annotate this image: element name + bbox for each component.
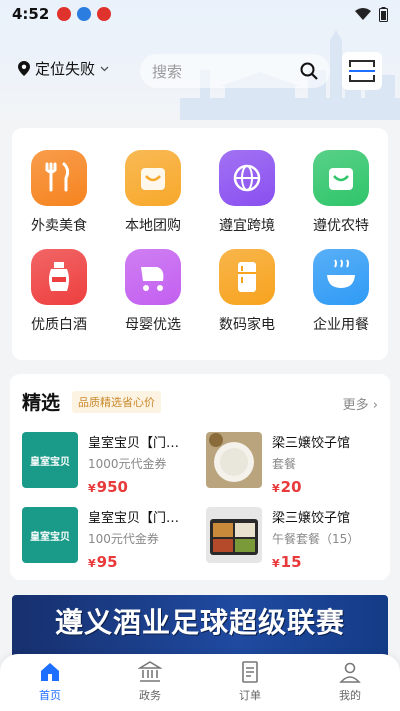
more-label: 更多 <box>342 398 369 413</box>
category-item[interactable]: 母婴优选 <box>106 249 200 334</box>
currency-symbol: ¥ <box>88 482 96 495</box>
product-image <box>206 432 262 488</box>
home-icon <box>41 663 59 681</box>
bowl-icon <box>313 249 369 305</box>
tab-label: 首页 <box>39 689 61 702</box>
status-time: 4:52 <box>12 5 50 23</box>
liquor-bottle-icon <box>31 249 87 305</box>
order-list-icon <box>242 661 258 683</box>
category-label: 优质白酒 <box>31 317 87 333</box>
battery-icon <box>379 6 388 22</box>
featured-product-item[interactable]: 皇室宝贝 皇室宝贝【门… 100元代金券 ¥95 <box>22 507 186 571</box>
tab-1[interactable]: 政务 <box>100 654 200 711</box>
status-bar: 4:52 <box>0 0 400 28</box>
category-item[interactable]: 企业用餐 <box>294 249 388 334</box>
section-title: 精选 <box>22 392 61 414</box>
fork-knife-icon <box>31 150 87 206</box>
product-price: ¥15 <box>272 553 370 571</box>
government-building-icon <box>138 661 162 682</box>
globe-icon <box>219 150 275 206</box>
product-price: ¥20 <box>272 478 370 496</box>
tab-2[interactable]: 订单 <box>200 654 300 711</box>
category-item[interactable]: 遵宜跨境 <box>200 150 294 235</box>
product-subtitle: 100元代金券 <box>88 532 159 546</box>
tab-3[interactable]: 我的 <box>300 654 400 711</box>
price-value: 15 <box>280 553 302 571</box>
tab-label: 政务 <box>139 689 161 702</box>
notification-app-icon <box>77 7 92 21</box>
product-price: ¥950 <box>88 478 186 496</box>
tab-label: 我的 <box>339 689 361 702</box>
section-tag: 品质精选省心价 <box>72 390 162 413</box>
brand-logo-text: 皇室宝贝 <box>30 531 70 543</box>
category-item[interactable]: 数码家电 <box>200 249 294 334</box>
category-item[interactable]: 遵优农特 <box>294 150 388 235</box>
product-price: ¥95 <box>88 553 186 571</box>
featured-product-item[interactable]: 皇室宝贝 皇室宝贝【门… 1000元代金券 ¥950 <box>22 432 186 496</box>
wifi-icon <box>355 7 371 20</box>
location-label: 定位失败 <box>35 60 96 78</box>
location-selector[interactable]: 定位失败 <box>18 58 109 79</box>
more-link[interactable]: 更多 › <box>343 394 378 413</box>
currency-symbol: ¥ <box>88 557 96 570</box>
product-name: 皇室宝贝【门… <box>88 436 180 451</box>
product-subtitle: 午餐套餐（15） <box>272 532 360 546</box>
category-label: 外卖美食 <box>31 218 87 234</box>
price-value: 95 <box>96 553 118 571</box>
featured-section: 精选 品质精选省心价 更多 › 皇室宝贝 皇室宝贝【门… 1000元代金券 ¥950 梁… <box>10 374 390 580</box>
product-image <box>206 507 262 563</box>
lunch-box-photo <box>206 507 262 563</box>
dumplings-photo <box>206 432 262 488</box>
brand-logo: 皇室宝贝 <box>22 432 78 488</box>
scan-button[interactable] <box>342 52 382 90</box>
fridge-icon <box>219 249 275 305</box>
brand-logo: 皇室宝贝 <box>22 507 78 563</box>
shopping-bag-icon <box>125 150 181 206</box>
category-grid-card: 外卖美食 本地团购 遵宜跨境 遵优农特优质白酒 母婴优选 数码家电 企业用餐 <box>12 128 388 360</box>
stroller-icon <box>125 249 181 305</box>
category-label: 企业用餐 <box>313 317 369 333</box>
product-name: 梁三嬢饺子馆 <box>272 436 351 451</box>
product-subtitle: 1000元代金券 <box>88 457 167 471</box>
product-name: 皇室宝贝【门… <box>88 511 180 526</box>
category-label: 遵优农特 <box>313 218 369 234</box>
product-image: 皇室宝贝 <box>22 432 78 488</box>
category-label: 数码家电 <box>219 317 275 333</box>
bottom-tab-bar: 首页 政务 订单 我的 <box>0 654 400 711</box>
user-icon <box>339 662 361 683</box>
currency-symbol: ¥ <box>272 557 280 570</box>
featured-product-item[interactable]: 梁三嬢饺子馆 套餐 ¥20 <box>206 432 370 496</box>
price-value: 20 <box>280 478 302 496</box>
category-item[interactable]: 外卖美食 <box>12 150 106 235</box>
notification-app-icon <box>97 7 112 21</box>
featured-product-item[interactable]: 梁三嬢饺子馆 午餐套餐（15） ¥15 <box>206 507 370 571</box>
tab-0[interactable]: 首页 <box>0 654 100 711</box>
category-label: 遵宜跨境 <box>219 218 275 234</box>
basket-icon <box>313 150 369 206</box>
category-label: 本地团购 <box>125 218 181 234</box>
category-item[interactable]: 优质白酒 <box>12 249 106 334</box>
price-value: 950 <box>96 478 128 496</box>
search-placeholder: 搜索 <box>152 62 183 81</box>
search-icon[interactable] <box>300 62 318 80</box>
tab-label: 订单 <box>239 689 261 702</box>
brand-logo-text: 皇室宝贝 <box>30 456 70 468</box>
chevron-right-icon: › <box>372 398 378 413</box>
location-pin-icon <box>18 61 30 76</box>
product-image: 皇室宝贝 <box>22 507 78 563</box>
banner-title: 遵义酒业足球超级联赛 <box>54 606 345 639</box>
product-name: 梁三嬢饺子馆 <box>272 511 351 526</box>
category-grid: 外卖美食 本地团购 遵宜跨境 遵优农特优质白酒 母婴优选 数码家电 企业用餐 <box>12 128 388 334</box>
product-subtitle: 套餐 <box>272 457 297 471</box>
currency-symbol: ¥ <box>272 482 280 495</box>
category-label: 母婴优选 <box>125 317 181 333</box>
chevron-down-icon <box>100 66 109 71</box>
notification-app-icon <box>57 7 72 21</box>
category-item[interactable]: 本地团购 <box>106 150 200 235</box>
search-input[interactable]: 搜索 <box>140 54 330 88</box>
scan-icon <box>349 60 375 82</box>
